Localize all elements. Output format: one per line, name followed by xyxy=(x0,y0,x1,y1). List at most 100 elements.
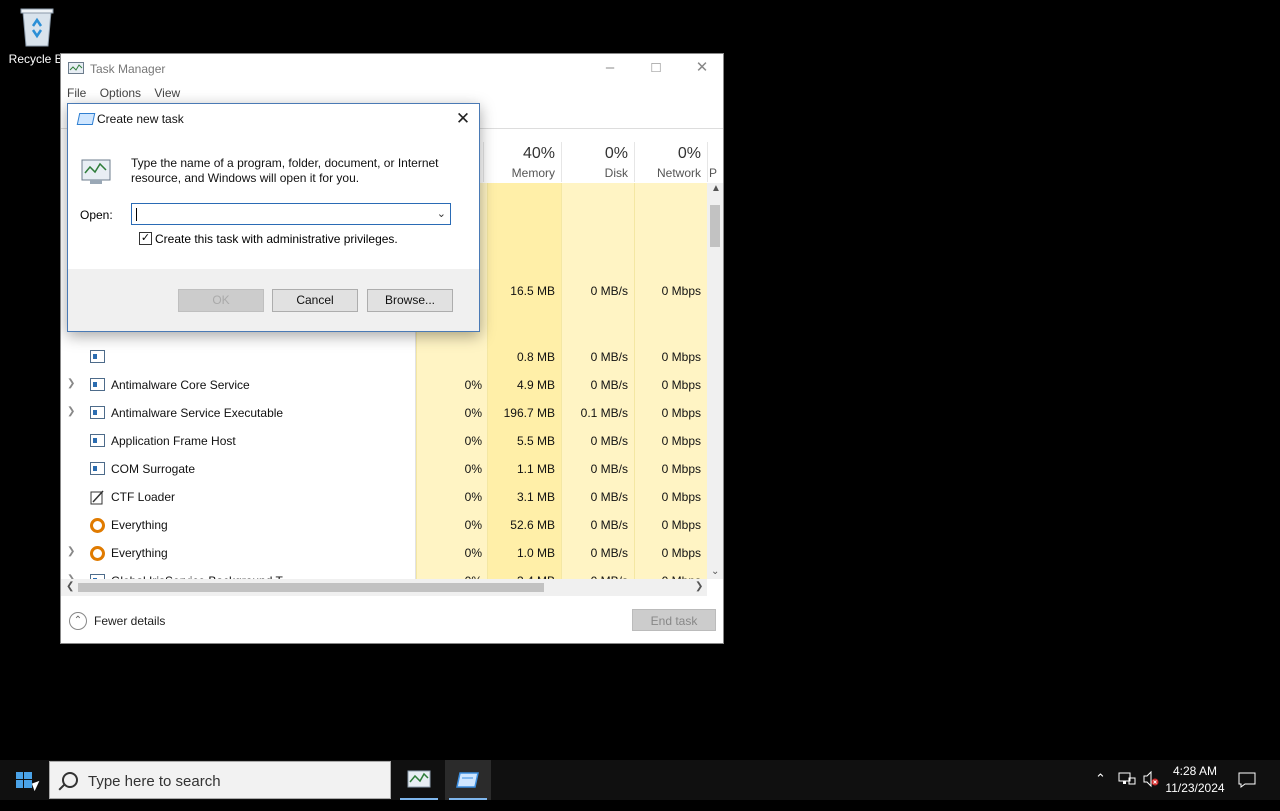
menu-view[interactable]: View xyxy=(154,83,180,103)
process-row[interactable]: Everything 0% 52.6 MB 0 MB/s 0 Mbps xyxy=(61,511,707,539)
dialog-button-bar: OK Cancel Browse... xyxy=(68,269,479,331)
scroll-right-icon[interactable]: ❯ xyxy=(695,581,703,592)
taskbar-task-manager[interactable] xyxy=(396,760,442,800)
memory-column-label: Memory xyxy=(511,166,555,180)
chevron-down-icon[interactable]: ⌄ xyxy=(437,207,446,220)
process-row[interactable]: CTF Loader 0% 3.1 MB 0 MB/s 0 Mbps xyxy=(61,483,707,511)
app-icon xyxy=(90,434,105,447)
cpu-value: 0% xyxy=(464,546,482,560)
close-button[interactable]: ✕ xyxy=(679,54,725,83)
network-icon[interactable] xyxy=(1118,770,1136,810)
disk-value: 0 MB/s xyxy=(590,350,628,364)
start-button[interactable] xyxy=(0,760,48,800)
memory-value: 196.7 MB xyxy=(503,406,555,420)
network-value: 0 Mbps xyxy=(661,490,701,504)
magnifier-icon xyxy=(90,518,105,533)
search-placeholder: Type here to search xyxy=(88,773,221,790)
menu-file[interactable]: File xyxy=(67,83,86,103)
expand-chevron-icon[interactable]: ❯ xyxy=(67,406,77,417)
power-column-label: P xyxy=(709,166,718,180)
run-taskbar-icon xyxy=(456,772,479,788)
network-column-label: Network xyxy=(656,166,701,180)
process-row[interactable]: ❯ Everything 0% 1.0 MB 0 MB/s 0 Mbps xyxy=(61,539,707,567)
app-icon xyxy=(90,378,105,391)
column-header-network[interactable]: 0% Network xyxy=(635,142,708,182)
open-combobox[interactable]: ⌄ xyxy=(131,203,451,225)
expand-chevron-icon[interactable]: ❯ xyxy=(67,546,77,557)
process-name: Everything xyxy=(111,546,168,560)
horizontal-scrollbar[interactable]: ❮ ❯ xyxy=(61,579,707,596)
scroll-up-icon[interactable]: ▲ xyxy=(711,183,721,194)
memory-value: 3.1 MB xyxy=(516,490,555,504)
process-name: Everything xyxy=(111,518,168,532)
maximize-button[interactable]: □ xyxy=(633,54,679,83)
network-value: 0 Mbps xyxy=(661,350,701,364)
memory-value: 1.0 MB xyxy=(516,546,555,560)
action-center-icon[interactable] xyxy=(1238,771,1256,811)
process-row[interactable]: COM Surrogate 0% 1.1 MB 0 MB/s 0 Mbps xyxy=(61,455,707,483)
scroll-down-icon[interactable]: ⌄ xyxy=(711,566,719,577)
process-row[interactable]: ❯ Antimalware Service Executable 0% 196.7 M… xyxy=(61,399,707,427)
admin-privileges-label[interactable]: Create this task with administrative pri… xyxy=(155,232,398,246)
taskbar: Type here to search ⌃ 4:28 AM 11/23/2024 xyxy=(0,760,1280,800)
cpu-value: 0% xyxy=(464,434,482,448)
expand-chevron-icon[interactable]: ❯ xyxy=(67,378,77,389)
taskbar-search-box[interactable]: Type here to search xyxy=(49,761,391,799)
run-icon xyxy=(76,113,96,125)
horizontal-scroll-thumb[interactable] xyxy=(78,583,544,592)
vertical-scrollbar[interactable]: ▲ ⌄ xyxy=(707,183,723,579)
column-header-power[interactable]: P xyxy=(709,142,723,182)
column-header-memory[interactable]: 40% Memory xyxy=(488,142,562,182)
disk-percent: 0% xyxy=(604,145,628,162)
task-manager-taskbar-icon xyxy=(407,770,431,788)
memory-value: 0.8 MB xyxy=(516,350,555,364)
admin-privileges-checkbox[interactable]: ✓ xyxy=(139,232,152,245)
cpu-value: 0% xyxy=(464,490,482,504)
network-value: 0 Mbps xyxy=(661,546,701,560)
process-row[interactable]: 0.8 MB 0 MB/s 0 Mbps xyxy=(61,343,707,371)
cancel-button[interactable]: Cancel xyxy=(272,289,358,312)
dialog-description: Type the name of a program, folder, docu… xyxy=(131,156,439,185)
process-row[interactable]: ❯ Antimalware Core Service 0% 4.9 MB 0 MB/s 0… xyxy=(61,371,707,399)
volume-muted-icon[interactable] xyxy=(1142,770,1160,810)
app-icon xyxy=(90,462,105,475)
app-icon xyxy=(90,350,105,363)
dialog-title-bar[interactable]: Create new task ✕ xyxy=(68,104,479,134)
menu-options[interactable]: Options xyxy=(100,83,141,103)
network-value: 0 Mbps xyxy=(661,518,701,532)
process-row[interactable]: ❯Global.IrisService Background T...0%3.4… xyxy=(61,567,707,579)
process-name: Antimalware Service Executable xyxy=(111,406,284,420)
column-header-disk[interactable]: 0% Disk xyxy=(562,142,635,182)
window-title: Task Manager xyxy=(90,62,166,76)
browse-button[interactable]: Browse... xyxy=(367,289,453,312)
open-label: Open: xyxy=(80,208,113,222)
show-hidden-icons-chevron-icon[interactable]: ⌃ xyxy=(1095,771,1106,811)
memory-percent: 40% xyxy=(522,145,555,162)
chevron-up-icon[interactable]: ⌃ xyxy=(69,612,87,630)
process-name: Application Frame Host xyxy=(111,434,236,448)
memory-value: 4.9 MB xyxy=(516,378,555,392)
memory-value: 1.1 MB xyxy=(516,462,555,476)
vertical-scroll-thumb[interactable] xyxy=(710,205,720,247)
disk-value: 0 MB/s xyxy=(590,518,628,532)
clock-date: 11/23/2024 xyxy=(1165,781,1225,795)
process-row[interactable]: Application Frame Host 0% 5.5 MB 0 MB/s 0 Mb… xyxy=(61,427,707,455)
network-value: 0 Mbps xyxy=(661,378,701,392)
fewer-details-link[interactable]: Fewer details xyxy=(94,614,165,628)
title-bar[interactable]: Task Manager – □ ✕ xyxy=(61,54,723,83)
cpu-value: 0% xyxy=(464,406,482,420)
end-task-button[interactable]: End task xyxy=(632,609,716,631)
recycle-bin-icon xyxy=(19,6,55,48)
taskbar-run-dialog[interactable] xyxy=(445,760,491,800)
minimize-button[interactable]: – xyxy=(587,54,633,83)
dialog-close-button[interactable]: ✕ xyxy=(447,104,479,134)
app-icon xyxy=(90,406,105,419)
footer: ⌃ Fewer details End task xyxy=(61,604,723,642)
system-clock[interactable]: 4:28 AM 11/23/2024 xyxy=(1160,763,1230,797)
scroll-left-icon[interactable]: ❮ xyxy=(66,581,74,592)
task-manager-large-icon xyxy=(80,158,112,186)
windows-logo-icon xyxy=(16,772,32,788)
ok-button[interactable]: OK xyxy=(178,289,264,312)
process-name: CTF Loader xyxy=(111,490,176,504)
disk-value: 0 MB/s xyxy=(590,434,628,448)
